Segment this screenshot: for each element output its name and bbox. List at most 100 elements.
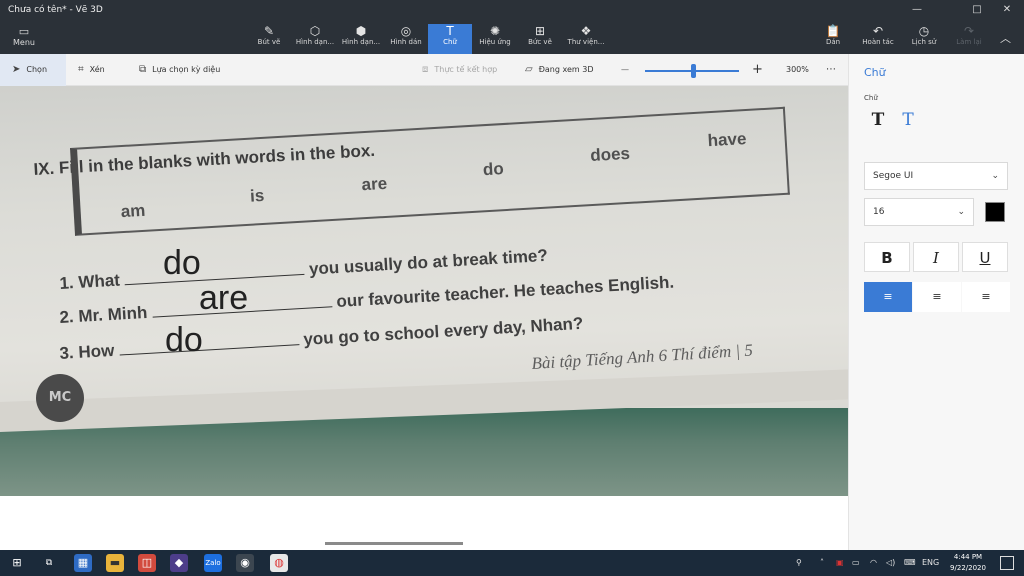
history-button[interactable]: ◷ Lịch sử — [904, 24, 944, 54]
calculator-icon[interactable]: ▦ — [74, 554, 92, 572]
maximize-button[interactable]: □ — [962, 3, 992, 17]
3d-text-icon: T — [902, 110, 914, 130]
word-box-item: are — [361, 173, 388, 195]
answer-text-1[interactable]: do — [163, 244, 201, 283]
answer-text-2[interactable]: are — [199, 279, 248, 318]
tool-brushes[interactable]: ✎ Bút vẽ — [247, 24, 291, 54]
answer-text-3[interactable]: do — [165, 321, 203, 360]
chrome-icon[interactable]: ◍ — [270, 554, 288, 572]
tool-2d-shapes[interactable]: ⬡ Hình dạn... — [293, 24, 337, 54]
task-view-icon[interactable]: ⧉ — [40, 554, 58, 572]
tool-label: Hoàn tác — [862, 38, 894, 46]
more-options-button[interactable]: ⋯ — [826, 54, 836, 86]
underline-button[interactable]: U — [962, 242, 1008, 272]
word-box-item: am — [120, 200, 146, 222]
zalo-icon[interactable]: Zalo — [204, 554, 222, 572]
chevron-down-icon: ⌄ — [957, 207, 965, 217]
close-button[interactable]: ✕ — [992, 3, 1022, 17]
word-box-item: does — [589, 143, 631, 166]
tool-stickers[interactable]: ◎ Hình dán — [384, 24, 428, 54]
2d-text-button[interactable]: T — [867, 110, 889, 132]
paste-icon: 📋 — [825, 24, 841, 38]
publisher-logo: MC — [36, 374, 84, 422]
cursor-icon: ➤ — [12, 64, 21, 75]
redo-button[interactable]: ↷ Làm lại — [949, 24, 989, 54]
sentence-number: 1. What — [59, 270, 121, 293]
word-box-item: have — [707, 129, 747, 151]
menu-button[interactable]: ▭ Menu — [6, 26, 42, 50]
paste-button[interactable]: 📋 Dán — [813, 24, 853, 54]
word-box-item: do — [482, 159, 505, 180]
tool-label: Bút vẽ — [257, 38, 281, 46]
notification-icon[interactable] — [1000, 556, 1014, 570]
clock-date: 9/22/2020 — [950, 564, 986, 572]
word-box-item: is — [249, 185, 265, 206]
battery-icon[interactable]: ▭ — [852, 550, 860, 576]
zoom-slider-thumb[interactable] — [690, 64, 696, 78]
menu-label: Menu — [13, 38, 35, 47]
bold-button[interactable]: B — [864, 242, 910, 272]
font-family-value: Segoe UI — [873, 171, 914, 181]
system-clock[interactable]: 4:44 PM 9/22/2020 — [940, 552, 996, 574]
horizontal-scrollbar[interactable] — [325, 542, 463, 545]
align-center-button[interactable]: ≡ — [913, 282, 961, 312]
volume-icon[interactable]: ◁) — [886, 550, 895, 576]
align-right-button[interactable]: ≡ — [962, 282, 1010, 312]
people-icon[interactable]: ⚲ — [796, 550, 802, 576]
font-family-select[interactable]: Segoe UI ⌄ — [864, 162, 1008, 190]
undo-icon: ↶ — [872, 24, 884, 38]
chevron-down-icon: ⌄ — [991, 171, 999, 181]
keyboard-icon[interactable]: ⌨ — [904, 550, 916, 576]
zoom-out-button[interactable]: — — [621, 54, 629, 86]
2d-text-icon: T — [871, 110, 885, 130]
sentence-number: 2. Mr. Minh — [59, 302, 148, 327]
brush-icon: ✎ — [263, 24, 275, 38]
align-left-button[interactable]: ≡ — [864, 282, 912, 312]
select-button[interactable]: ➤ Chọn — [0, 54, 66, 86]
italic-button[interactable]: I — [913, 242, 959, 272]
magic-select-button[interactable]: ⧉ Lựa chọn kỳ diệu — [139, 54, 220, 86]
wifi-icon[interactable]: ◠ — [870, 550, 877, 576]
tool-label: Bức vẽ — [528, 38, 552, 46]
antivirus-icon[interactable]: ▣ — [836, 550, 844, 576]
tool-label: Hình dán — [390, 38, 422, 46]
tool-label: Hiệu ứng — [479, 38, 511, 46]
text-color-swatch[interactable] — [985, 202, 1005, 222]
tool-text[interactable]: T Chữ — [428, 24, 472, 54]
font-size-value: 16 — [873, 207, 885, 217]
view-3d-button[interactable]: ▱ Đang xem 3D — [525, 54, 594, 86]
file-explorer-icon[interactable]: ▬ — [106, 554, 124, 572]
paint-3d-icon[interactable]: ◆ — [170, 554, 188, 572]
panel-title: Chữ — [864, 66, 886, 79]
zoom-in-button[interactable]: + — [752, 54, 763, 86]
3d-shapes-icon: ⬢ — [355, 24, 367, 38]
windows-start-icon[interactable]: ⊞ — [8, 554, 26, 572]
3d-text-button[interactable]: T — [897, 110, 919, 132]
minimize-button[interactable]: — — [902, 3, 932, 17]
chevron-up-icon[interactable]: ˄ — [820, 550, 824, 576]
store-icon[interactable]: ◫ — [138, 554, 156, 572]
mixed-reality-button[interactable]: ⧈ Thực tế kết hợp — [422, 54, 497, 86]
canvas-icon: ⊞ — [534, 24, 546, 38]
tool-canvas[interactable]: ⊞ Bức vẽ — [518, 24, 562, 54]
font-size-select[interactable]: 16 ⌄ — [864, 198, 974, 226]
tool-3d-shapes[interactable]: ⬢ Hình dạn... — [339, 24, 383, 54]
tool-label: Thư viện... — [567, 38, 605, 46]
sentence-number: 3. How — [59, 340, 115, 363]
language-indicator[interactable]: ENG — [922, 550, 939, 576]
tool-effects[interactable]: ✺ Hiệu ứng — [473, 24, 517, 54]
tool-label: Dán — [825, 38, 841, 46]
camera-icon[interactable]: ◉ — [236, 554, 254, 572]
crop-button[interactable]: ⌗ Xén — [78, 54, 105, 86]
mixed-reality-label: Thực tế kết hợp — [434, 65, 498, 74]
mixed-reality-icon: ⧈ — [422, 64, 429, 75]
3d-view-icon: ▱ — [525, 64, 533, 75]
taskbar: ⊞ ⧉ ▦ ▬ ◫ ◆ Zalo ◉ ◍ ⚲ ˄ ▣ ▭ ◠ ◁) ⌨ ENG … — [0, 550, 1024, 576]
canvas[interactable]: IX. Fill in the blanks with words in the… — [0, 86, 848, 496]
text-panel: Chữ Chữ T T Segoe UI ⌄ 16 ⌄ B I U ≡ ≡ ≡ — [848, 54, 1024, 550]
undo-button[interactable]: ↶ Hoàn tác — [858, 24, 898, 54]
chevron-up-icon[interactable]: ︿ — [1000, 30, 1011, 46]
library-icon: ❖ — [580, 24, 592, 38]
crop-label: Xén — [89, 65, 105, 74]
tool-3d-library[interactable]: ❖ Thư viện... — [564, 24, 608, 54]
